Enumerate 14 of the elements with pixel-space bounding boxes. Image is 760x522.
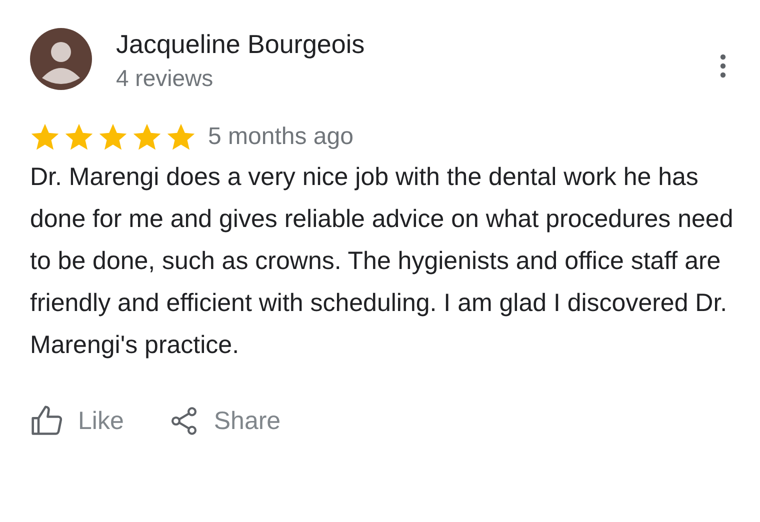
review-count: 4 reviews xyxy=(116,64,214,93)
star-icon xyxy=(132,122,162,152)
thumbs-up-icon xyxy=(30,404,64,438)
reviewer-name[interactable]: Jacqueline Bourgeois xyxy=(116,26,720,62)
like-button[interactable]: Like xyxy=(30,404,124,438)
share-button[interactable]: Share xyxy=(168,404,281,438)
star-icon xyxy=(166,122,196,152)
avatar-icon xyxy=(30,28,92,90)
review-time: 5 months ago xyxy=(208,123,354,151)
star-icon xyxy=(98,122,128,152)
star-icon xyxy=(64,122,94,152)
review-text: Dr. Marengi does a very nice job with the dental work he has done for me and gives reliable advice on what procedures need to be done, such as crowns. The hygienists and office staff are friendly and efficient with scheduling. I am glad I discovered Dr. Marengi's practice. xyxy=(30,162,734,361)
more-options-icon[interactable] xyxy=(720,54,726,78)
star-icon xyxy=(30,122,60,152)
